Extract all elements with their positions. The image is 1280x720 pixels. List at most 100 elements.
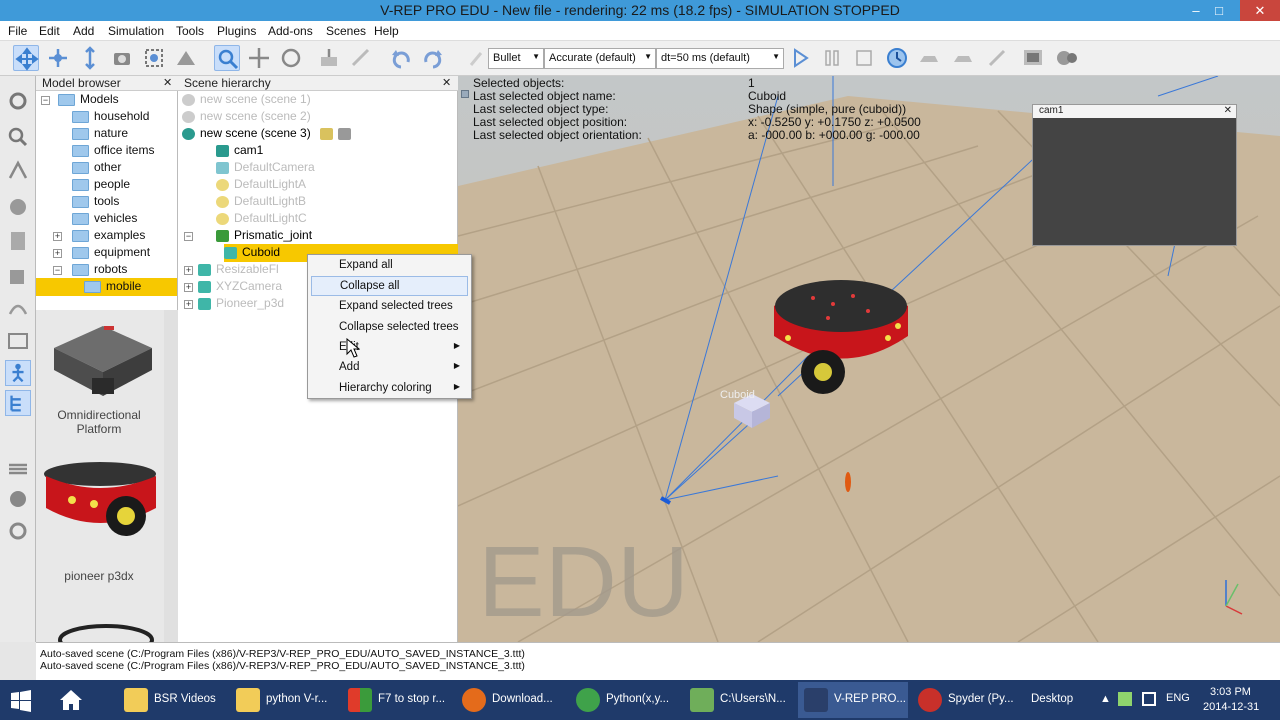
camera-pan-icon[interactable] [13,45,39,71]
tree-folder-other[interactable]: other [72,160,121,177]
taskbar-item-bsr-videos[interactable]: BSR Videos [118,682,228,718]
tray-expand-icon[interactable]: ▲ [1100,693,1111,705]
quadricopter-thumbnail[interactable] [56,612,156,656]
tree-folder-mobile[interactable]: mobile [36,278,177,296]
close-icon[interactable]: ✕ [1224,105,1232,116]
home-icon[interactable] [58,688,84,712]
object-item-pioneer[interactable]: Pioneer_p3d [198,296,284,313]
collapse-toggle[interactable]: − [53,266,62,275]
maximize-button[interactable]: □ [1206,0,1232,21]
taskbar-item-firefox[interactable]: Download... [456,682,568,718]
cam1-view-window[interactable]: cam1 ✕ [1032,104,1237,246]
undo-icon[interactable] [388,45,414,71]
video-recorder-icon[interactable] [5,486,31,512]
user-settings-icon[interactable] [5,518,31,544]
menu-item-collapse-all[interactable]: Collapse all [311,276,468,296]
menu-plugins[interactable]: Plugins [217,24,256,38]
object-item-cam1[interactable]: cam1 [216,143,263,160]
scene-item[interactable]: new scene (scene 1) [182,92,311,109]
assemble-icon[interactable] [316,45,342,71]
menu-file[interactable]: File [8,24,27,38]
object-item-light-c[interactable]: DefaultLightC [216,211,307,228]
taskbar-item-python-folder[interactable]: python V-r... [230,682,340,718]
expand-toggle[interactable]: + [184,283,193,292]
script-icon[interactable] [337,127,351,140]
simulation-settings-icon[interactable] [5,88,31,114]
menu-item-expand-selected-trees[interactable]: Expand selected trees [311,297,468,317]
close-icon[interactable]: ✕ [163,76,172,89]
layers-icon[interactable] [5,456,31,482]
menu-add[interactable]: Add [73,24,94,38]
menu-item-edit[interactable]: Edit▶ [311,338,468,358]
camera-view-icon[interactable] [109,45,135,71]
tray-wifi-icon[interactable] [1142,692,1156,706]
calculation-modules-icon[interactable] [5,158,31,184]
tree-folder-tools[interactable]: tools [72,194,119,211]
camera-fly-icon[interactable] [173,45,199,71]
camera-shift-icon[interactable] [77,45,103,71]
scripts-icon[interactable] [5,228,31,254]
tree-folder-equipment[interactable]: equipment [72,245,150,262]
redo-icon[interactable] [420,45,446,71]
desktop-toolbar[interactable]: Desktop [1031,693,1073,705]
taskbar-item-f7[interactable]: F7 to stop r... [342,682,454,718]
object-item-light-a[interactable]: DefaultLightA [216,177,306,194]
clock-time[interactable]: 3:03 PM [1210,686,1251,698]
scene-selector-icon[interactable] [1054,45,1080,71]
menu-item-add[interactable]: Add ▶ [311,358,468,378]
expand-toggle[interactable]: + [53,232,62,241]
time-step-select[interactable]: dt=50 ms (default) ▼ [656,48,784,69]
slow-down-icon[interactable] [916,45,942,71]
expand-toggle[interactable]: + [184,300,193,309]
taskbar-item-users[interactable]: C:\Users\N... [684,682,796,718]
scene-item[interactable]: new scene (scene 2) [182,109,311,126]
object-item-prismatic-joint[interactable]: Prismatic_joint [216,228,312,245]
object-item-resizable-floor[interactable]: ResizableFl [198,262,279,279]
menu-simulation[interactable]: Simulation [108,24,164,38]
tree-folder-models[interactable]: Models [58,92,119,109]
play-icon[interactable] [787,45,813,71]
info-toggle-icon[interactable] [461,90,469,98]
model-browser-icon[interactable] [5,360,31,386]
menu-tools[interactable]: Tools [176,24,204,38]
pioneer-p3dx-thumbnail[interactable] [42,460,160,544]
selection-icon[interactable] [5,328,31,354]
menu-item-hierarchy-coloring[interactable]: Hierarchy coloring ▶ [311,379,468,399]
tree-folder-people[interactable]: people [72,177,130,194]
expand-toggle[interactable]: + [53,249,62,258]
object-item-xyz-camera[interactable]: XYZCamera [198,279,282,296]
fit-to-view-icon[interactable] [141,45,167,71]
path-edit-icon[interactable] [5,294,31,320]
physics-engine-select[interactable]: Bullet ▼ [488,48,544,69]
tree-folder-vehicles[interactable]: vehicles [72,211,137,228]
tree-folder-robots[interactable]: robots [72,262,127,279]
menu-scenes[interactable]: Scenes [326,24,366,38]
taskbar-item-spyder[interactable]: Spyder (Py... [912,682,1024,718]
menu-addons[interactable]: Add-ons [268,24,313,38]
collections-icon[interactable] [5,194,31,220]
taskbar-item-pythonxy[interactable]: Python(x,y... [570,682,682,718]
thumbnail-scrollbar[interactable] [164,310,178,642]
collapse-toggle[interactable]: − [184,232,193,241]
collapse-toggle[interactable]: − [41,96,50,105]
click-selection-icon[interactable] [214,45,240,71]
menu-item-expand-all[interactable]: Expand all [311,256,468,276]
scene-hierarchy-icon[interactable] [5,390,31,416]
pause-icon[interactable] [819,45,845,71]
shape-edit-icon[interactable] [5,262,31,288]
tree-folder-nature[interactable]: nature [72,126,128,143]
clock-date[interactable]: 2014-12-31 [1203,701,1259,713]
transfer-dna-icon[interactable] [348,45,374,71]
environment-icon[interactable] [319,127,333,140]
object-shift-icon[interactable] [246,45,272,71]
omnidirectional-platform-thumbnail[interactable] [44,316,162,402]
speed-up-icon[interactable] [950,45,976,71]
close-button[interactable]: ✕ [1240,0,1280,21]
menu-edit[interactable]: Edit [39,24,60,38]
tree-folder-examples[interactable]: examples [72,228,145,245]
windows-start-icon[interactable] [10,690,32,712]
object-item-default-camera[interactable]: DefaultCamera [216,160,315,177]
tree-folder-household[interactable]: household [72,109,149,126]
camera-rotate-icon[interactable] [45,45,71,71]
page-selector-icon[interactable] [1020,45,1046,71]
